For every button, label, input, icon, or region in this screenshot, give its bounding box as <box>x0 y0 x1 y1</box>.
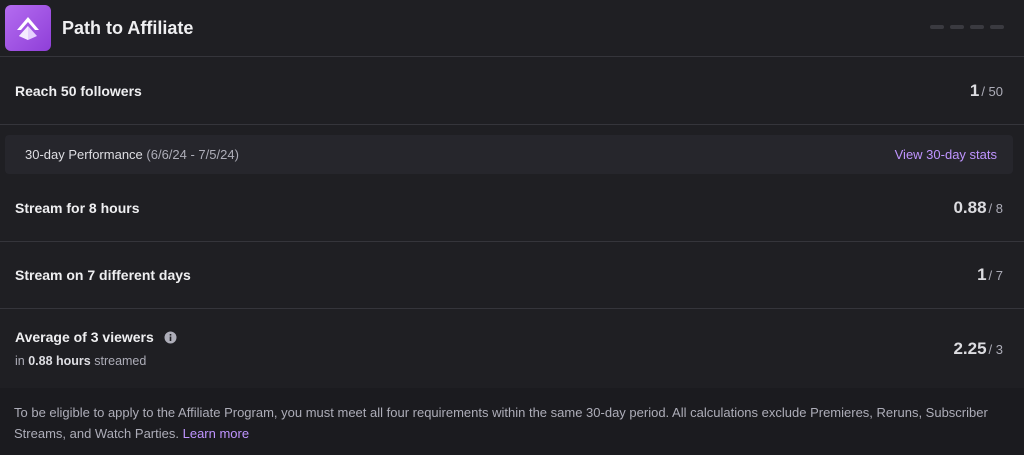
page-title: Path to Affiliate <box>62 17 194 38</box>
requirement-label: Average of 3 viewers <box>15 329 154 345</box>
path-to-affiliate-header: Path to Affiliate <box>0 0 1024 57</box>
subtext-suffix: streamed <box>94 354 147 368</box>
affiliate-chevron-icon <box>17 17 39 40</box>
performance-bar: 30-day Performance (6/6/24 - 7/5/24) Vie… <box>5 135 1013 174</box>
info-icon[interactable] <box>164 331 177 349</box>
loading-placeholder <box>930 25 1004 29</box>
eligibility-footer: To be eligible to apply to the Affiliate… <box>0 388 1024 455</box>
requirement-stream-hours: Stream for 8 hours 0.88 / 8 <box>0 174 1024 242</box>
progress-total: / 3 <box>988 341 1003 357</box>
requirement-viewers: Average of 3 viewers in 0.88 hours strea… <box>0 309 1024 389</box>
subtext-prefix: in <box>15 354 25 368</box>
progress-current: 2.25 <box>953 338 987 358</box>
requirement-progress: 1 / 7 <box>977 265 1003 285</box>
requirement-progress: 1 / 50 <box>970 81 1003 101</box>
progress-current: 0.88 <box>953 197 987 217</box>
performance-title: 30-day Performance <box>25 147 143 162</box>
requirement-label: Stream on 7 different days <box>15 267 191 283</box>
requirement-stream-days: Stream on 7 different days 1 / 7 <box>0 242 1024 309</box>
progress-current: 1 <box>969 80 980 100</box>
requirement-label: Stream for 8 hours <box>15 199 140 216</box>
requirement-progress: 2.25 / 3 <box>953 339 1003 359</box>
requirement-subtext: in 0.88 hours streamed <box>15 354 177 368</box>
performance-dates: (6/6/24 - 7/5/24) <box>146 147 239 162</box>
learn-more-link[interactable]: Learn more <box>183 426 249 441</box>
affiliate-logo <box>5 5 51 51</box>
eligibility-text: To be eligible to apply to the Affiliate… <box>14 405 988 441</box>
performance-label: 30-day Performance (6/6/24 - 7/5/24) <box>25 147 239 162</box>
view-stats-link[interactable]: View 30-day stats <box>895 147 997 162</box>
requirement-label-line: Average of 3 viewers <box>15 329 177 349</box>
progress-total: / 7 <box>988 268 1003 283</box>
progress-current: 1 <box>977 265 987 284</box>
requirement-progress: 0.88 / 8 <box>953 198 1003 218</box>
progress-total: / 50 <box>981 83 1003 99</box>
progress-total: / 8 <box>988 200 1003 216</box>
requirement-text: Average of 3 viewers in 0.88 hours strea… <box>15 329 177 368</box>
requirement-followers: Reach 50 followers 1 / 50 <box>0 57 1024 125</box>
requirement-label: Reach 50 followers <box>15 82 142 99</box>
subtext-value: 0.88 hours <box>28 354 91 368</box>
